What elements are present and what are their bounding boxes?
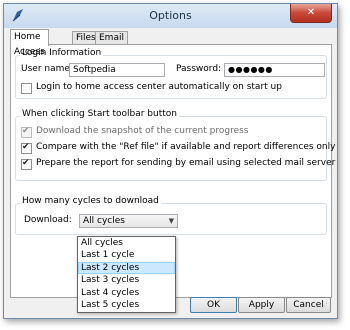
username-field[interactable]: Softpedia (69, 63, 165, 77)
cycles-group-title: How many cycles to download (20, 196, 161, 206)
download-snapshot-checkbox[interactable] (21, 126, 32, 138)
cycles-group: How many cycles to download Download: Al… (15, 196, 327, 235)
toolbar-group: When clicking Start toolbar button Downl… (15, 109, 335, 181)
cycles-select[interactable]: All cycles ▼ (79, 214, 178, 228)
tab-email[interactable]: Email (95, 31, 128, 45)
login-group: Login Information User name: Softpedia P… (15, 48, 327, 99)
window-title: Options (149, 9, 192, 22)
download-snapshot-label: Download the snapshot of the current pro… (36, 126, 249, 136)
options-window: Options ✕ Home Access Files Email Login … (3, 3, 338, 319)
cycles-option-4[interactable]: Last 4 cycles (78, 287, 175, 299)
resize-grip-icon[interactable]: ⋰ (321, 302, 329, 310)
username-label: User name: (21, 64, 73, 74)
auto-login-label: Login to home access center automaticall… (36, 82, 282, 92)
cycles-option-5[interactable]: Last 5 cycles (78, 299, 175, 311)
cycles-option-1[interactable]: Last 1 cycle (78, 249, 175, 261)
cycles-option-all[interactable]: All cycles (78, 237, 175, 249)
ok-button[interactable]: OK (190, 297, 237, 313)
compare-ref-label: Compare with the "Ref file" if available… (36, 142, 336, 152)
chevron-down-icon: ▼ (168, 217, 174, 225)
prepare-report-checkbox[interactable] (21, 158, 32, 170)
apply-button[interactable]: Apply (238, 297, 285, 313)
prepare-report-label: Prepare the report for sending by email … (36, 158, 336, 168)
toolbar-group-title: When clicking Start toolbar button (20, 109, 179, 119)
title-bar[interactable]: Options ✕ (4, 4, 337, 28)
dialog-body: Home Access Files Email Login Informatio… (9, 29, 335, 313)
cycles-option-3[interactable]: Last 3 cycles (78, 274, 175, 286)
download-label: Download: (24, 215, 72, 225)
auto-login-checkbox[interactable] (21, 83, 32, 94)
compare-ref-checkbox[interactable] (21, 142, 32, 154)
password-label: Password: (176, 64, 222, 74)
close-button[interactable]: ✕ (290, 4, 332, 23)
password-field[interactable]: ●●●●●● (224, 63, 325, 77)
cycles-dropdown-list: All cycles Last 1 cycle Last 2 cycles La… (77, 236, 176, 313)
cycles-select-value: All cycles (83, 216, 125, 226)
cycles-option-2[interactable]: Last 2 cycles (78, 261, 175, 275)
tab-home-access[interactable]: Home Access (10, 29, 49, 57)
